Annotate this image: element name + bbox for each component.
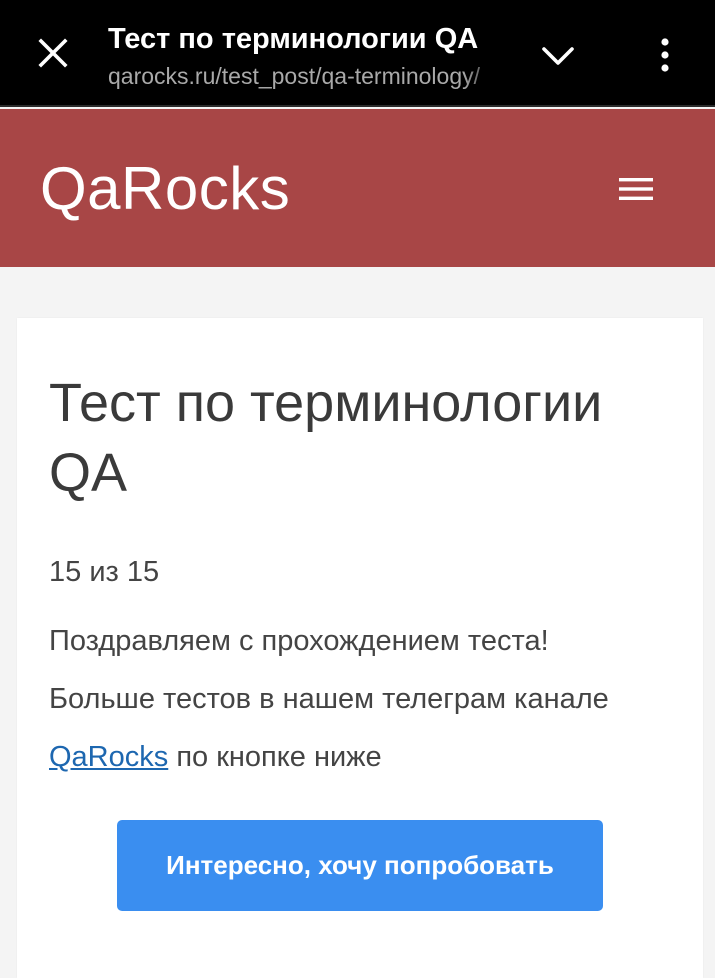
chevron-down-icon <box>542 47 574 65</box>
message-line2-suffix: по кнопке ниже <box>168 741 382 773</box>
post-card: Тест по терминологии QA 15 из 15 Поздрав… <box>17 318 703 978</box>
close-button[interactable] <box>30 30 76 76</box>
url-fade <box>463 58 505 94</box>
site-header: QaRocks <box>0 109 715 267</box>
tab-title[interactable]: Тест по терминологии QA <box>108 20 503 58</box>
browser-toolbar: Тест по терминологии QA qarocks.ru/test_… <box>0 0 715 107</box>
result-message: Поздравляем с прохождением теста! Больше… <box>49 612 689 786</box>
telegram-channel-link[interactable]: QaRocks <box>49 741 168 773</box>
more-vert-icon <box>661 38 669 72</box>
post-title: Тест по терминологии QA <box>49 373 603 503</box>
try-button[interactable]: Интересно, хочу попробовать <box>117 820 603 911</box>
close-icon <box>38 38 68 68</box>
url-text[interactable]: qarocks.ru/test_post/qa-terminology/ <box>108 60 503 92</box>
site-logo[interactable]: QaRocks <box>40 149 290 229</box>
hamburger-icon <box>619 178 653 200</box>
menu-toggle-button[interactable] <box>610 165 662 213</box>
minimize-button[interactable] <box>534 34 582 78</box>
message-line1: Поздравляем с прохождением теста! <box>49 625 549 657</box>
message-line2-prefix: Больше тестов в нашем телеграм канале <box>49 683 609 715</box>
more-options-button[interactable] <box>645 32 685 78</box>
quiz-score: 15 из 15 <box>49 556 160 588</box>
